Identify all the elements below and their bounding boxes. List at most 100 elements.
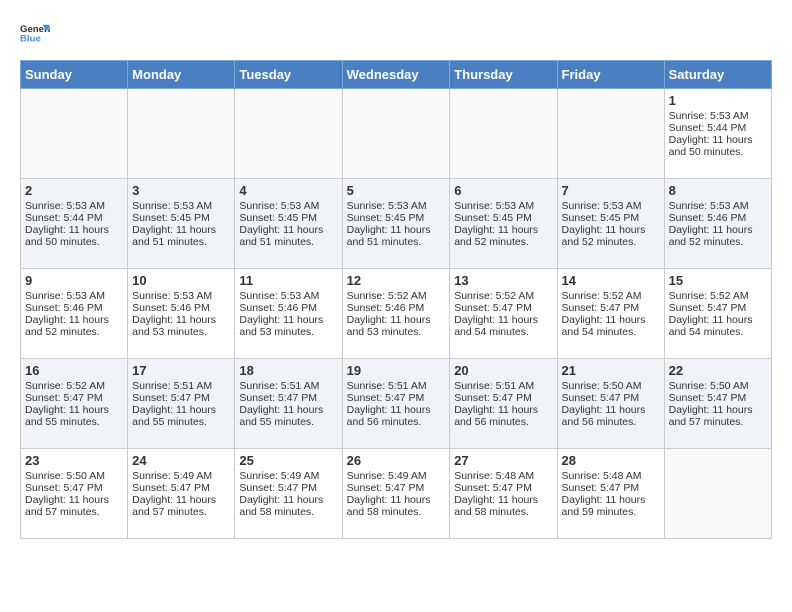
cell-info-line: Sunset: 5:44 PM <box>25 212 123 224</box>
cell-info-line: Sunrise: 5:53 AM <box>669 110 767 122</box>
cell-info-line: Daylight: 11 hours and 59 minutes. <box>562 494 660 518</box>
cell-info-line: Sunset: 5:46 PM <box>347 302 446 314</box>
cell-info-line: Daylight: 11 hours and 56 minutes. <box>562 404 660 428</box>
day-number: 26 <box>347 453 446 468</box>
cell-info-line: Sunrise: 5:53 AM <box>25 290 123 302</box>
cell-info-line: Sunset: 5:47 PM <box>562 482 660 494</box>
cell-info-line: Sunset: 5:46 PM <box>25 302 123 314</box>
calendar-cell: 5 Sunrise: 5:53 AMSunset: 5:45 PMDaylight… <box>342 179 450 269</box>
cell-info-line: Sunrise: 5:53 AM <box>347 200 446 212</box>
day-number: 16 <box>25 363 123 378</box>
calendar-cell: 6Sunrise: 5:53 AMSunset: 5:45 PMDaylight… <box>450 179 557 269</box>
calendar-cell: 15Sunrise: 5:52 AMSunset: 5:47 PMDayligh… <box>664 269 771 359</box>
cell-info-line: Sunset: 5:47 PM <box>669 302 767 314</box>
day-number: 3 <box>132 183 230 198</box>
weekday-header: Thursday <box>450 61 557 89</box>
cell-info-line: Daylight: 11 hours and 57 minutes. <box>25 494 123 518</box>
weekday-header: Saturday <box>664 61 771 89</box>
cell-info-line: Sunrise: 5:52 AM <box>669 290 767 302</box>
calendar-cell: 11Sunrise: 5:53 AMSunset: 5:46 PMDayligh… <box>235 269 342 359</box>
day-number: 17 <box>132 363 230 378</box>
calendar-cell: 22Sunrise: 5:50 AMSunset: 5:47 PMDayligh… <box>664 359 771 449</box>
calendar-cell: 3Sunrise: 5:53 AMSunset: 5:45 PMDaylight… <box>128 179 235 269</box>
calendar-cell <box>557 89 664 179</box>
calendar-cell: 25Sunrise: 5:49 AMSunset: 5:47 PMDayligh… <box>235 449 342 539</box>
cell-info-line: Sunset: 5:45 PM <box>347 212 446 224</box>
cell-info-line: Sunset: 5:47 PM <box>347 482 446 494</box>
cell-info-line: Sunset: 5:46 PM <box>239 302 337 314</box>
calendar-cell: 13Sunrise: 5:52 AMSunset: 5:47 PMDayligh… <box>450 269 557 359</box>
cell-info-line: Sunset: 5:45 PM <box>454 212 552 224</box>
day-number: 9 <box>25 273 123 288</box>
cell-info-line: Daylight: 11 hours and 54 minutes. <box>454 314 552 338</box>
cell-info-line: Sunset: 5:47 PM <box>25 482 123 494</box>
calendar-cell: 18Sunrise: 5:51 AMSunset: 5:47 PMDayligh… <box>235 359 342 449</box>
cell-info-line: Daylight: 11 hours and 55 minutes. <box>239 404 337 428</box>
cell-info-line: Sunset: 5:45 PM <box>239 212 337 224</box>
cell-info-line: Sunset: 5:46 PM <box>132 302 230 314</box>
day-number: 6 <box>454 183 552 198</box>
calendar-cell: 9Sunrise: 5:53 AMSunset: 5:46 PMDaylight… <box>21 269 128 359</box>
weekday-header: Friday <box>557 61 664 89</box>
cell-info-line: Daylight: 11 hours and 52 minutes. <box>669 224 767 248</box>
weekday-header: Wednesday <box>342 61 450 89</box>
calendar-cell: 1Sunrise: 5:53 AMSunset: 5:44 PMDaylight… <box>664 89 771 179</box>
calendar-cell <box>235 89 342 179</box>
calendar-cell <box>128 89 235 179</box>
day-number: 11 <box>239 273 337 288</box>
cell-info-line: Sunrise: 5:51 AM <box>347 380 446 392</box>
cell-info-line: Sunrise: 5:53 AM <box>669 200 767 212</box>
day-number: 2 <box>25 183 123 198</box>
day-number: 4 <box>239 183 337 198</box>
calendar-cell: 10Sunrise: 5:53 AMSunset: 5:46 PMDayligh… <box>128 269 235 359</box>
cell-info-line: Daylight: 11 hours and 58 minutes. <box>454 494 552 518</box>
cell-info-line: Sunrise: 5:51 AM <box>132 380 230 392</box>
cell-info-line: Daylight: 11 hours and 58 minutes. <box>347 494 446 518</box>
cell-info-line: Sunrise: 5:52 AM <box>454 290 552 302</box>
day-number: 7 <box>562 183 660 198</box>
cell-info-line: Sunrise: 5:53 AM <box>132 200 230 212</box>
cell-info-line: Sunrise: 5:49 AM <box>347 470 446 482</box>
calendar-cell: 27Sunrise: 5:48 AMSunset: 5:47 PMDayligh… <box>450 449 557 539</box>
cell-info-line: Sunset: 5:47 PM <box>239 392 337 404</box>
cell-info-line: Sunrise: 5:49 AM <box>132 470 230 482</box>
day-number: 25 <box>239 453 337 468</box>
logo: General Blue <box>20 20 50 50</box>
day-number: 5 <box>347 183 446 198</box>
cell-info-line: Sunset: 5:45 PM <box>132 212 230 224</box>
calendar-cell: 21Sunrise: 5:50 AMSunset: 5:47 PMDayligh… <box>557 359 664 449</box>
cell-info-line: Sunrise: 5:49 AM <box>239 470 337 482</box>
cell-info-line: Sunset: 5:47 PM <box>562 302 660 314</box>
day-number: 27 <box>454 453 552 468</box>
calendar-cell: 7Sunrise: 5:53 AMSunset: 5:45 PMDaylight… <box>557 179 664 269</box>
calendar-cell: 20Sunrise: 5:51 AMSunset: 5:47 PMDayligh… <box>450 359 557 449</box>
calendar-cell: 2Sunrise: 5:53 AMSunset: 5:44 PMDaylight… <box>21 179 128 269</box>
calendar-week-row: 16Sunrise: 5:52 AMSunset: 5:47 PMDayligh… <box>21 359 772 449</box>
calendar-cell: 8Sunrise: 5:53 AMSunset: 5:46 PMDaylight… <box>664 179 771 269</box>
svg-text:Blue: Blue <box>20 34 41 45</box>
calendar-table: SundayMondayTuesdayWednesdayThursdayFrid… <box>20 60 772 539</box>
cell-info-line: Sunrise: 5:52 AM <box>347 290 446 302</box>
day-number: 22 <box>669 363 767 378</box>
weekday-header: Tuesday <box>235 61 342 89</box>
calendar-cell: 19Sunrise: 5:51 AMSunset: 5:47 PMDayligh… <box>342 359 450 449</box>
day-number: 8 <box>669 183 767 198</box>
cell-info-line: Daylight: 11 hours and 53 minutes. <box>347 314 446 338</box>
calendar-week-row: 2Sunrise: 5:53 AMSunset: 5:44 PMDaylight… <box>21 179 772 269</box>
day-number: 13 <box>454 273 552 288</box>
calendar-cell <box>664 449 771 539</box>
calendar-cell: 4Sunrise: 5:53 AMSunset: 5:45 PMDaylight… <box>235 179 342 269</box>
cell-info-line: Sunset: 5:47 PM <box>669 392 767 404</box>
weekday-header-row: SundayMondayTuesdayWednesdayThursdayFrid… <box>21 61 772 89</box>
calendar-week-row: 23Sunrise: 5:50 AMSunset: 5:47 PMDayligh… <box>21 449 772 539</box>
calendar-cell: 17Sunrise: 5:51 AMSunset: 5:47 PMDayligh… <box>128 359 235 449</box>
calendar-cell: 16Sunrise: 5:52 AMSunset: 5:47 PMDayligh… <box>21 359 128 449</box>
day-number: 23 <box>25 453 123 468</box>
cell-info-line: Sunrise: 5:53 AM <box>562 200 660 212</box>
day-number: 12 <box>347 273 446 288</box>
cell-info-line: Sunrise: 5:50 AM <box>25 470 123 482</box>
cell-info-line: Sunrise: 5:52 AM <box>562 290 660 302</box>
cell-info-line: Daylight: 11 hours and 51 minutes. <box>347 224 446 248</box>
calendar-cell <box>450 89 557 179</box>
cell-info-line: Daylight: 11 hours and 50 minutes. <box>25 224 123 248</box>
